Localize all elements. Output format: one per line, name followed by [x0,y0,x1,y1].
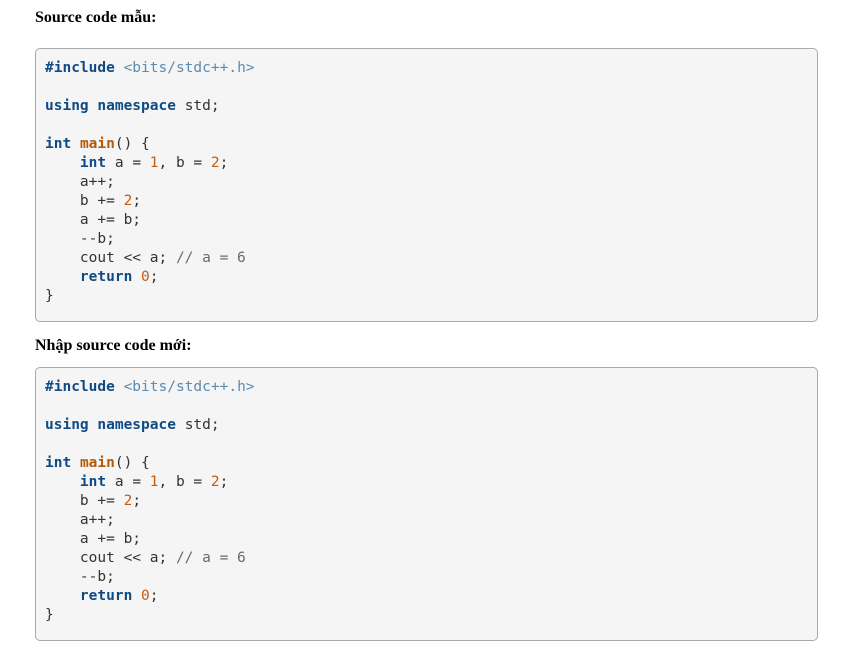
input-code-heading: Nhập source code mới: [35,337,192,354]
code-token: #include [45,60,115,76]
code-token: using [45,98,89,114]
code-token: 0 [141,588,150,604]
code-token: a += b; [79,531,142,547]
code-token: 2 [123,193,133,209]
code-token: 2 [123,493,133,509]
code-token: int [45,455,72,471]
code-token: ; [132,493,142,509]
code-line: a += b; [45,530,141,549]
code-comment: // a = 6 [175,550,246,566]
code-token: main [79,136,115,152]
code-token: #include [45,379,115,395]
code-token: std; [175,98,220,114]
code-line: b += 2; [45,492,141,511]
code-line: b += 2; [45,192,141,211]
code-token: --b; [79,231,115,247]
code-line: int a = 1, b = 2; [45,473,228,492]
code-line: int a = 1, b = 2; [45,154,228,173]
code-line: cout << a; // a = 6 [45,249,246,268]
code-token: std; [175,417,220,433]
code-token: ; [149,269,159,285]
sample-code-heading: Source code mẫu: [35,9,157,26]
code-token: 0 [141,269,150,285]
code-token: b += [79,193,124,209]
code-token: namespace [97,417,176,433]
code-token: --b; [79,569,115,585]
code-line: #include <bits/stdc++.h> [45,378,255,397]
code-line: cout << a; // a = 6 [45,549,246,568]
code-line: a += b; [45,211,141,230]
code-token: using [45,417,89,433]
code-token: b += [79,493,124,509]
code-token: () { [114,136,150,152]
code-token: a++; [79,174,115,190]
code-line: #include <bits/stdc++.h> [45,59,255,78]
code-token: int [45,136,72,152]
code-token: 2 [210,155,220,171]
code-token: } [45,607,54,623]
code-token: 2 [210,474,220,490]
code-line: int main() { [45,135,150,154]
code-comment: // a = 6 [175,250,246,266]
code-line: int main() { [45,454,150,473]
code-line: using namespace std; [45,416,220,435]
code-token: 1 [149,474,159,490]
code-token: <bits/stdc++.h> [123,379,255,395]
code-token: a++; [79,512,115,528]
code-token: <bits/stdc++.h> [123,60,255,76]
code-token: , b = [158,155,211,171]
code-token: } [45,288,54,304]
code-token: int [79,155,107,171]
code-token: a = [106,474,150,490]
code-token: namespace [97,98,176,114]
code-line: --b; [45,230,115,249]
code-token: cout << a; [79,250,176,266]
code-token: return [79,269,133,285]
sample-code-block: #include <bits/stdc++.h> using namespace… [35,48,818,322]
code-token: ; [219,155,229,171]
code-token: ; [149,588,159,604]
code-token: a += b; [79,212,142,228]
code-line: --b; [45,568,115,587]
code-token: return [79,588,133,604]
code-line: a++; [45,511,115,530]
code-line: } [45,606,54,625]
code-line: } [45,287,54,306]
code-token: () { [114,455,150,471]
code-token: a = [106,155,150,171]
code-token: ; [132,193,142,209]
code-token: cout << a; [79,550,176,566]
code-token: int [79,474,107,490]
code-line: a++; [45,173,115,192]
code-line: return 0; [45,268,159,287]
code-token: main [79,455,115,471]
code-token: 1 [149,155,159,171]
code-line: using namespace std; [45,97,220,116]
code-token: , b = [158,474,211,490]
input-code-editor[interactable]: #include <bits/stdc++.h> using namespace… [35,367,818,641]
code-line: return 0; [45,587,159,606]
code-token: ; [219,474,229,490]
